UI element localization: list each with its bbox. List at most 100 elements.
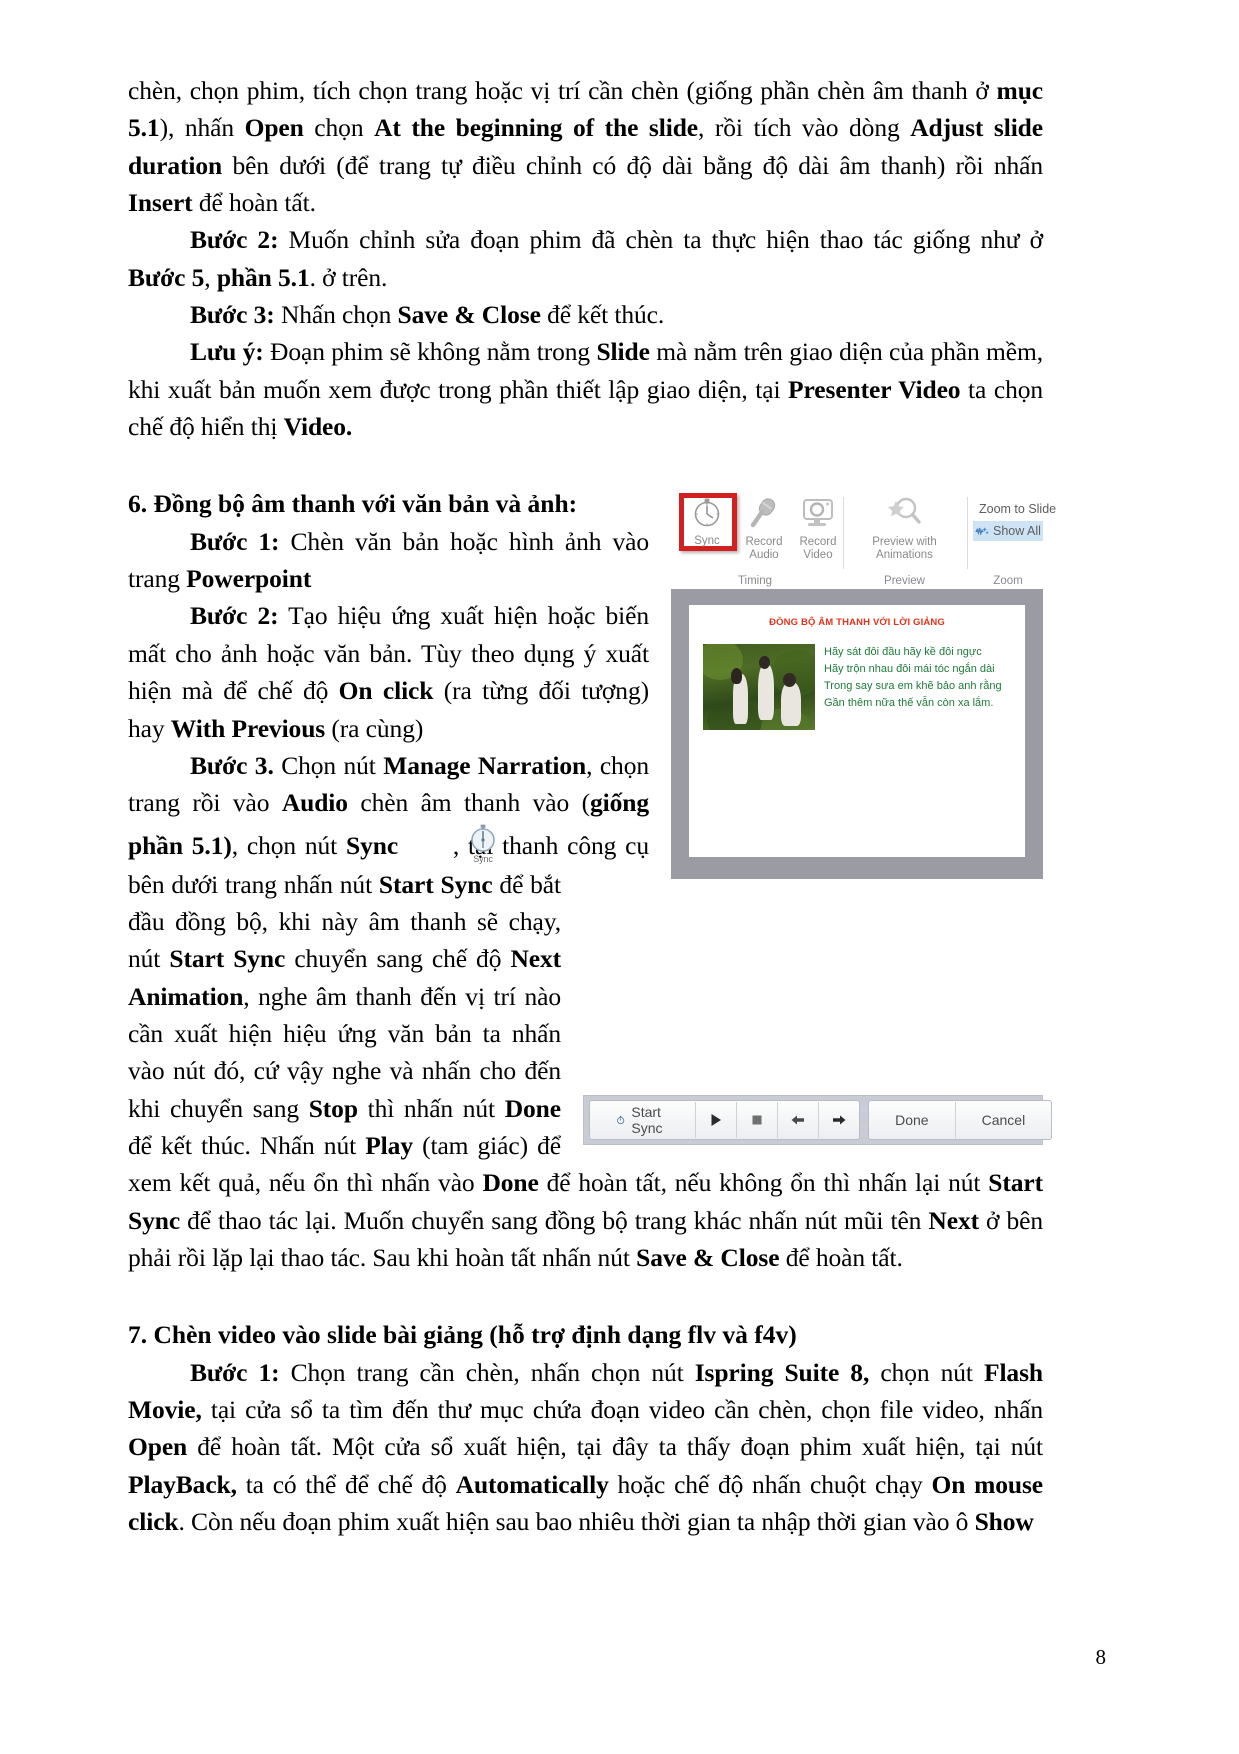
bold-run: Powerpoint bbox=[186, 564, 312, 594]
bold-run: Open bbox=[244, 113, 304, 143]
step-label: Bước 3: bbox=[190, 300, 275, 330]
bold-run: Play bbox=[365, 1130, 413, 1160]
slide-body: Hãy sát đôi đầu hãy kề đôi ngực Hãy trộn… bbox=[697, 644, 1017, 731]
bold-run: Done bbox=[504, 1093, 561, 1123]
bold-run: Start Sync bbox=[378, 869, 493, 899]
show-all-icon bbox=[975, 527, 989, 537]
ribbon-button-record-video[interactable]: Record Video bbox=[789, 495, 847, 562]
page-number: 8 bbox=[1095, 1645, 1107, 1669]
step-label: Bước 1: bbox=[190, 526, 280, 556]
ribbon-button-preview-with-animations[interactable]: Preview with Animations bbox=[847, 495, 962, 562]
text-run: chọn nút bbox=[869, 1357, 984, 1387]
bold-run: Sync bbox=[346, 830, 399, 860]
done-button[interactable]: Done bbox=[869, 1102, 956, 1139]
svg-text:Sync: Sync bbox=[473, 854, 493, 864]
vertical-spacer bbox=[128, 1276, 1043, 1316]
page-content: chèn, chọn phim, tích chọn trang hoặc vị… bbox=[128, 72, 1056, 1541]
stop-button[interactable] bbox=[737, 1102, 779, 1139]
cancel-label: Cancel bbox=[981, 1112, 1026, 1129]
ribbon-button-record-audio[interactable]: Record Audio bbox=[733, 495, 795, 562]
text-run: để hoàn tất. bbox=[779, 1242, 903, 1272]
bold-run: On click bbox=[338, 676, 434, 706]
microphone-icon bbox=[750, 498, 776, 528]
text-run: . Còn nếu đoạn phim xuất hiện sau bao nh… bbox=[178, 1507, 975, 1537]
slide-canvas: ĐỒNG BỘ ÂM THANH VỚI LỜI GIẢNG Hãy sát đ… bbox=[689, 605, 1025, 858]
confirm-controls-group: Done Cancel bbox=[868, 1100, 1053, 1141]
step-label: Bước 3. bbox=[190, 750, 274, 780]
ribbon-button-label: Record Audio bbox=[745, 536, 783, 562]
done-label: Done bbox=[895, 1112, 929, 1129]
start-sync-toolbar: Start Sync Done Cancel bbox=[583, 1095, 1053, 1146]
slide-lyrics: Hãy sát đôi đầu hãy kề đôi ngực Hãy trộn… bbox=[824, 644, 1002, 730]
ribbon-group-label-preview: Preview bbox=[884, 575, 925, 588]
text-run: ), nhấn bbox=[159, 113, 245, 143]
ribbon-group-label-timing: Timing bbox=[737, 575, 773, 588]
ribbon-group-preview: Preview with Animations Preview bbox=[847, 491, 962, 587]
start-sync-toolbar-figure: Start Sync Done Cancel bbox=[583, 1095, 1053, 1146]
sync-inline-icon-wrapper: Sync bbox=[398, 822, 495, 866]
bold-run: Next bbox=[928, 1205, 979, 1235]
bold-run: PlayBack, bbox=[128, 1469, 237, 1499]
bold-run: Manage Narration bbox=[383, 750, 587, 780]
slide-lyric-line: Gần thêm nữa thế vẫn còn xa lắm. bbox=[824, 696, 994, 709]
ribbon-button-label: Sync bbox=[694, 535, 720, 548]
text-run: , bbox=[204, 262, 217, 292]
text-run: để kết thúc. Nhấn nút bbox=[128, 1130, 366, 1160]
bold-run: Presenter Video bbox=[788, 374, 961, 404]
bold-run: Save & Close bbox=[397, 300, 541, 330]
preview-star-magnifier-icon bbox=[887, 498, 921, 525]
start-sync-label: Start Sync bbox=[631, 1104, 663, 1137]
webcam-icon bbox=[803, 499, 833, 527]
text-run: để hoàn tất, nếu không ổn thì nhấn lại n… bbox=[538, 1168, 989, 1198]
text-run: Chọn nút bbox=[273, 750, 384, 780]
text-run: ta có thể để chế độ bbox=[236, 1469, 456, 1499]
next-button[interactable] bbox=[819, 1102, 859, 1138]
paragraph-luu-y: Lưu ý: Đoạn phim sẽ không nằm trong Slid… bbox=[128, 333, 1043, 445]
slide-lyric-line: Hãy trộn nhau đôi mái tóc ngắn dài bbox=[824, 663, 995, 676]
ribbon-separator bbox=[967, 497, 968, 570]
paragraph-intro: chèn, chọn phim, tích chọn trang hoặc vị… bbox=[128, 72, 1043, 221]
sync-stopwatch-icon: Sync bbox=[471, 824, 495, 864]
text-run: bên dưới (để trang tự điều chỉnh có độ d… bbox=[222, 150, 1043, 180]
bold-run: Ispring Suite 8, bbox=[694, 1357, 870, 1387]
paragraph-7-buoc-1: Bước 1: Chọn trang cần chèn, nhấn chọn n… bbox=[128, 1354, 1043, 1541]
start-sync-button[interactable]: Start Sync bbox=[590, 1102, 697, 1139]
slide-preview-frame: ĐỒNG BỘ ÂM THANH VỚI LỜI GIẢNG Hãy sát đ… bbox=[671, 589, 1043, 880]
text-run: để hoàn tất. Một cửa sổ xuất hiện, tại đ… bbox=[187, 1432, 1043, 1462]
ribbon-group-timing: Sync Record Audio Record Video Timing bbox=[671, 491, 839, 587]
ribbon-item-zoom-to-slide[interactable]: Zoom to Slide bbox=[973, 499, 1056, 519]
bold-run: At the beginning of the slide bbox=[374, 113, 699, 143]
text-run: hoặc chế độ nhấn chuột chạy bbox=[608, 1469, 932, 1499]
ribbon-button-label: Record Video bbox=[799, 536, 837, 562]
stopwatch-icon bbox=[617, 1116, 625, 1125]
play-button[interactable] bbox=[696, 1102, 738, 1139]
play-icon bbox=[711, 1114, 722, 1127]
ribbon-item-label: Zoom to Slide bbox=[979, 502, 1057, 517]
cancel-button[interactable]: Cancel bbox=[956, 1102, 1052, 1138]
previous-arrow-icon bbox=[791, 1115, 805, 1125]
bold-run: Stop bbox=[308, 1093, 358, 1123]
transport-controls-group: Start Sync bbox=[589, 1100, 861, 1141]
text-run: , rồi tích vào dòng bbox=[698, 113, 911, 143]
bold-run: Open bbox=[128, 1432, 188, 1462]
ribbon-button-label: Preview with Animations bbox=[872, 536, 937, 562]
bold-run: Save & Close bbox=[636, 1242, 780, 1272]
text-run: chọn bbox=[303, 113, 375, 143]
text-run: chèn âm thanh vào ( bbox=[347, 788, 590, 818]
slide-lyric-line: Hãy sát đôi đầu hãy kề đôi ngực bbox=[824, 646, 982, 659]
ribbon-button-sync[interactable]: Sync bbox=[679, 495, 735, 548]
ribbon-item-show-all[interactable]: Show All bbox=[973, 521, 1043, 542]
ribbon-group-label-zoom: Zoom bbox=[993, 575, 1023, 588]
slide-title: ĐỒNG BỘ ÂM THANH VỚI LỜI GIẢNG bbox=[769, 617, 945, 629]
previous-button[interactable] bbox=[778, 1102, 820, 1139]
step-label: Bước 1: bbox=[190, 1357, 280, 1387]
bold-run: Show bbox=[974, 1507, 1034, 1537]
text-run: chèn, chọn phim, tích chọn trang hoặc vị… bbox=[128, 76, 997, 105]
stopwatch-icon bbox=[694, 499, 720, 527]
vertical-spacer bbox=[128, 445, 1043, 485]
text-run: Đoạn phim sẽ không nằm trong bbox=[263, 337, 597, 367]
paragraph-buoc-3: Bước 3: Nhấn chọn Save & Close để kết th… bbox=[128, 296, 1043, 333]
bold-run: Start Sync bbox=[169, 944, 286, 974]
text-run: để thao tác lại. Muốn chuyển sang đồng b… bbox=[180, 1205, 929, 1235]
text-run: chuyển sang chế độ bbox=[285, 944, 511, 974]
